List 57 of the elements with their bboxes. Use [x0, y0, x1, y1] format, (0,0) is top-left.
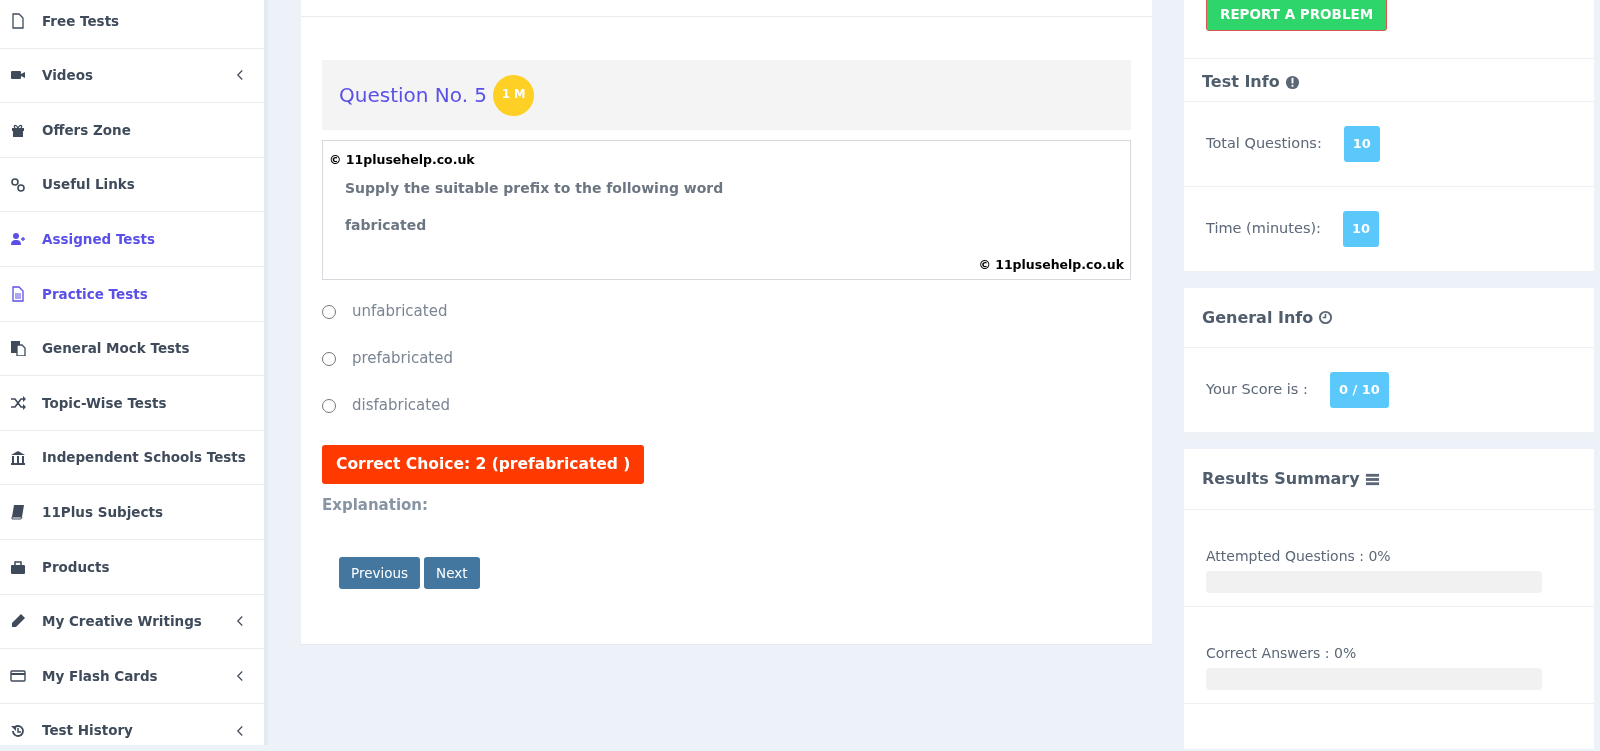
info-label: Time (minutes): [1206, 219, 1321, 239]
progress-label: Attempted Questions : 0% [1205, 547, 1392, 566]
credit-card-icon [10, 667, 26, 684]
option-label: unfabricated [352, 301, 448, 323]
info-label: Your Score is : [1206, 380, 1308, 400]
sidebar-item[interactable]: Videos [0, 48, 264, 104]
sidebar-item[interactable]: My Flash Cards [0, 649, 264, 704]
section-title: General Info [1202, 306, 1314, 329]
link-icon [10, 176, 26, 193]
history-icon [10, 722, 26, 739]
clock-icon [1318, 310, 1334, 325]
question-word: fabricated [344, 215, 428, 235]
sidebar-item[interactable]: Free Tests [0, 0, 264, 49]
sidebar-item[interactable]: Products [0, 539, 264, 595]
bank-icon [10, 449, 26, 466]
value-badge: 0 / 10 [1329, 372, 1389, 408]
marks-badge: 1 M [493, 74, 535, 116]
sidebar-item[interactable]: Offers Zone [0, 103, 264, 158]
sidebar-item[interactable]: Independent Schools Tests [0, 430, 264, 486]
pencil-icon [10, 613, 26, 630]
gift-icon [10, 122, 26, 138]
info-icon [1284, 74, 1300, 90]
sidebar-item[interactable]: Practice Tests [0, 266, 264, 322]
section-title: Test Info [1202, 71, 1280, 93]
document-icon [10, 285, 26, 302]
info-label: Total Questions: [1206, 134, 1322, 154]
sidebar-item[interactable]: Topic-Wise Tests [0, 376, 264, 431]
radio-button[interactable] [322, 304, 336, 319]
copyright-text: © 11plusehelp.co.uk [329, 151, 476, 169]
sidebar-item[interactable]: Useful Links [0, 157, 264, 213]
previous-button[interactable]: Previous [339, 556, 421, 589]
sidebar-item[interactable]: General Mock Tests [0, 321, 264, 377]
sidebar-item[interactable]: Assigned Tests [0, 212, 264, 267]
radio-button[interactable] [322, 398, 336, 413]
radio-button[interactable] [322, 351, 336, 366]
option-label: disfabricated [352, 395, 450, 417]
value-badge: 10 [1343, 126, 1380, 162]
book-icon [10, 504, 26, 521]
correct-choice-banner: Correct Choice: 2 (prefabricated ) [322, 445, 645, 485]
files-icon [10, 340, 26, 357]
progress-label: Correct Answers : 0% [1205, 644, 1358, 663]
explanation-label: Explanation: [322, 495, 430, 517]
option-label: prefabricated [352, 348, 453, 370]
copyright-text: © 11plusehelp.co.uk [977, 256, 1124, 275]
shuffle-icon [10, 394, 26, 411]
next-button[interactable]: Next [424, 556, 480, 589]
sidebar-item[interactable]: Test History [0, 703, 264, 745]
document-icon [10, 12, 26, 29]
shopping-bag-icon [10, 558, 26, 575]
list-icon [1364, 471, 1380, 487]
sidebar-item[interactable]: My Creative Writings [0, 594, 264, 650]
question-title: Question No. 5 [339, 82, 488, 109]
user-plus-icon [10, 231, 26, 248]
sidebar-item[interactable]: 11Plus Subjects [0, 485, 264, 540]
question-prompt: Supply the suitable prefix to the following word [344, 178, 725, 198]
value-badge: 10 [1343, 211, 1380, 247]
section-title: Results Summary [1202, 468, 1360, 490]
